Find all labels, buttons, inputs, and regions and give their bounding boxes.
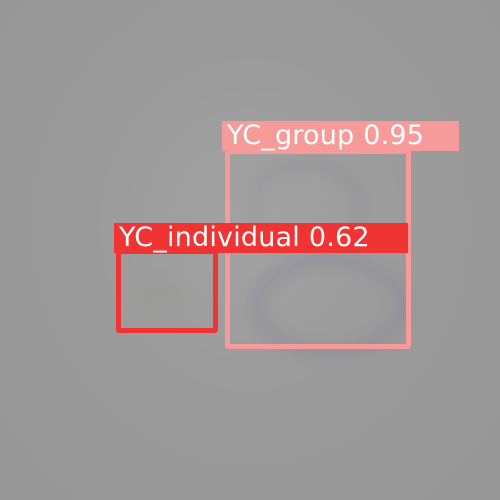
detection-label-yc-individual: YC_individual 0.62: [114, 223, 408, 253]
confidence-yc-individual: 0.62: [308, 222, 370, 253]
photo-background: YC_group 0.95 YC_individual 0.62: [0, 0, 500, 500]
confidence-yc-group: 0.95: [363, 120, 425, 151]
bounding-box-yc-individual: [116, 249, 218, 333]
class-name-yc-individual: YC_individual: [119, 222, 301, 253]
class-name-yc-group: YC_group: [227, 120, 355, 151]
detection-label-yc-group: YC_group 0.95: [222, 121, 459, 151]
